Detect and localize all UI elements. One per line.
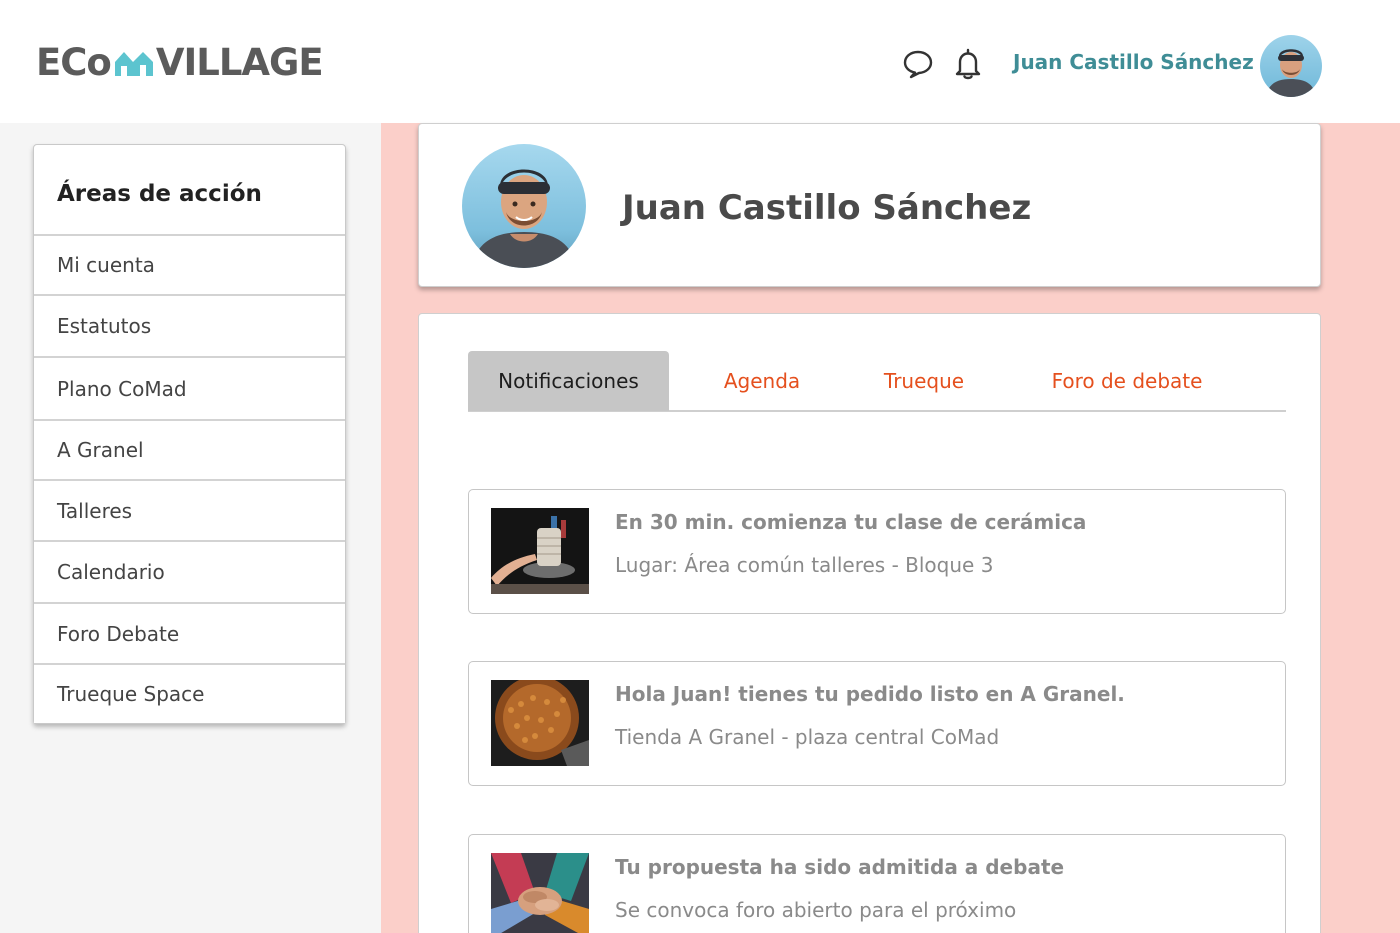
profile-card: Juan Castillo Sánchez [418, 123, 1321, 287]
sidebar-item-a-granel[interactable]: A Granel [34, 419, 345, 479]
notification-title: Tu propuesta ha sido admitida a debate [615, 855, 1065, 879]
header-avatar[interactable] [1260, 35, 1322, 97]
header-user-name[interactable]: Juan Castillo Sánchez [1013, 50, 1254, 74]
notification-item[interactable]: En 30 min. comienza tu clase de cerámica… [468, 489, 1286, 614]
notification-subtitle: Lugar: Área común talleres - Bloque 3 [615, 553, 994, 577]
sidebar-item-plano-comad[interactable]: Plano CoMad [34, 356, 345, 419]
houses-logo-icon [114, 52, 153, 76]
sidebar-item-calendario[interactable]: Calendario [34, 540, 345, 602]
tab-foro-de-debate[interactable]: Foro de debate [1020, 351, 1234, 411]
notification-subtitle: Se convoca foro abierto para el próximo [615, 898, 1017, 922]
top-header: ECo VILLAGE Juan Castillo Sánchez [0, 0, 1400, 123]
sidebar-item-estatutos[interactable]: Estatutos [34, 294, 345, 356]
ceramics-class-photo [491, 508, 589, 594]
tab-trueque[interactable]: Trueque [856, 351, 992, 411]
ecovillage-logo[interactable]: ECo VILLAGE [36, 40, 324, 84]
group-hands-photo [491, 853, 589, 933]
logo-text-start: ECo [36, 40, 112, 84]
menu-title: Áreas de acción [57, 181, 262, 207]
notification-item[interactable]: Hola Juan! tienes tu pedido listo en A G… [468, 661, 1286, 786]
tab-agenda[interactable]: Agenda [696, 351, 828, 411]
notifications-panel: Notificaciones Agenda Trueque Foro de de… [418, 313, 1321, 933]
action-areas-menu: Áreas de acción Mi cuenta Estatutos Plan… [33, 144, 346, 724]
tab-bar: Notificaciones Agenda Trueque Foro de de… [468, 351, 1286, 412]
notification-title: En 30 min. comienza tu clase de cerámica [615, 510, 1087, 534]
profile-avatar [462, 144, 586, 268]
sidebar-item-trueque-space[interactable]: Trueque Space [34, 663, 345, 723]
profile-name: Juan Castillo Sánchez [622, 188, 1032, 228]
bulk-grains-photo [491, 680, 589, 766]
notification-title: Hola Juan! tienes tu pedido listo en A G… [615, 682, 1125, 706]
bell-icon[interactable] [951, 46, 985, 82]
sidebar-item-mi-cuenta[interactable]: Mi cuenta [34, 234, 345, 294]
notification-item[interactable]: Tu propuesta ha sido admitida a debate S… [468, 834, 1286, 933]
tab-notificaciones[interactable]: Notificaciones [468, 351, 669, 411]
sidebar-item-talleres[interactable]: Talleres [34, 479, 345, 540]
logo-text-end: VILLAGE [155, 40, 324, 84]
notification-subtitle: Tienda A Granel - plaza central CoMad [615, 725, 1000, 749]
chat-bubble-icon[interactable] [901, 46, 935, 82]
sidebar-item-foro-debate[interactable]: Foro Debate [34, 602, 345, 663]
